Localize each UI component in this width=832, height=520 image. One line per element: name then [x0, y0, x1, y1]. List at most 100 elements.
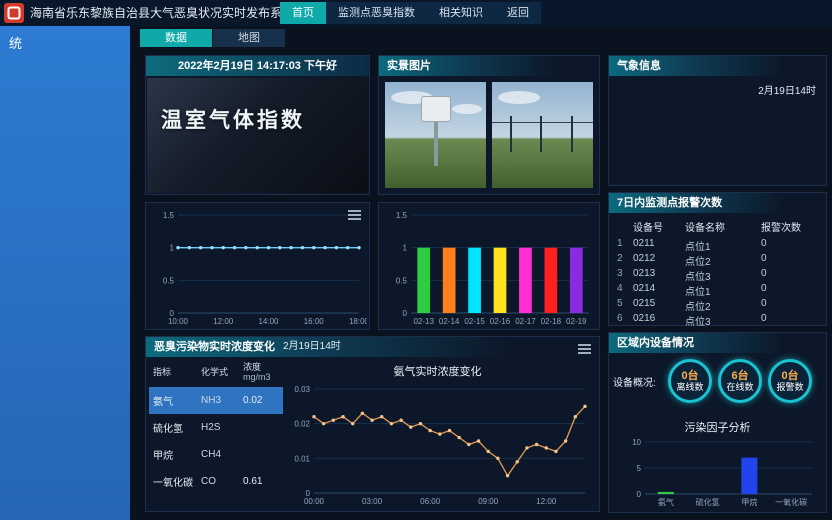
alarm-col-name: 设备名称 [685, 219, 761, 238]
top-header: 海南省乐东黎族自治县大气恶臭状况实时发布系 首页监测点恶臭指数相关知识返回 [0, 0, 832, 26]
pollutant-panel: 恶臭污染物实时浓度变化 2月19日14时 指标 化学式 浓度 mg/m3 氨气N… [145, 336, 600, 512]
photo-panel: 实景图片 [378, 55, 600, 195]
svg-text:02-16: 02-16 [490, 317, 511, 326]
alarm-device-name: 点位2 [685, 253, 761, 268]
daily-index-bar-chart: 00.511.502-1302-1402-1502-1602-1702-1802… [381, 207, 597, 327]
device-stats: 0台离线数6台在线数0台报警数 [668, 359, 812, 403]
factor-bar-chart: 0510氨气硫化氢甲烷一氧化碳 [615, 434, 820, 508]
alarm-device-id: 0211 [633, 238, 685, 253]
pollutant-col-formula: 化学式 [201, 367, 243, 377]
pollutant-row-0[interactable]: 氨气NH30.02 [149, 387, 283, 414]
svg-text:06:00: 06:00 [420, 497, 441, 506]
chart-menu-icon[interactable] [578, 344, 591, 354]
svg-text:5: 5 [637, 464, 642, 473]
alarm-col-index [617, 219, 633, 238]
nav-item-1[interactable]: 监测点恶臭指数 [326, 2, 427, 24]
alarm-table-body: 10211点位1020212点位2030213点位3040214点位105021… [617, 238, 822, 328]
alarm-row-index: 1 [617, 238, 633, 253]
site-photo-2[interactable] [492, 82, 593, 188]
alarm-table: 设备号 设备名称 报警次数 10211点位1020212点位2030213点位3… [617, 219, 822, 328]
nav-item-0[interactable]: 首页 [280, 2, 326, 24]
weather-panel-title: 气象信息 [617, 56, 661, 76]
alarm-device-name: 点位1 [685, 238, 761, 253]
dashboard: 海南省乐东黎族自治县大气恶臭状况实时发布系 首页监测点恶臭指数相关知识返回 统 … [0, 0, 832, 520]
svg-text:氨气: 氨气 [658, 497, 674, 507]
pollutant-row-3[interactable]: 一氧化碳CO0.61 [149, 468, 283, 495]
nav-item-2[interactable]: 相关知识 [427, 2, 495, 24]
svg-text:16:00: 16:00 [304, 317, 325, 326]
alarm-count: 0 [761, 313, 815, 328]
pollution-analysis-title: 污染因子分析 [609, 419, 826, 435]
svg-text:甲烷: 甲烷 [741, 497, 757, 507]
index-trend-svg: 00.511.510:0012:0014:0016:0018:00 [148, 207, 367, 327]
device-panel: 区域内设备情况 设备概况: 0台离线数6台在线数0台报警数 污染因子分析 051… [608, 332, 827, 513]
svg-text:0.01: 0.01 [294, 454, 310, 463]
cloud [498, 91, 540, 104]
device-stat-label: 报警数 [776, 382, 803, 393]
pollutant-name: 甲烷 [153, 447, 201, 462]
sidebar-system-label[interactable]: 统 [0, 26, 130, 52]
equipment-pole [434, 120, 438, 166]
photo-panel-title: 实景图片 [387, 56, 431, 76]
left-sidebar: 统 [0, 26, 130, 520]
greeting-panel: 2022年2月19日 14:17:03 下午好 温室气体指数 [145, 55, 370, 195]
alarm-device-id: 0212 [633, 253, 685, 268]
pollutant-formula: CH4 [201, 449, 243, 460]
svg-text:14:00: 14:00 [258, 317, 279, 326]
svg-text:0.03: 0.03 [294, 385, 310, 394]
svg-text:02-15: 02-15 [464, 317, 485, 326]
pollutant-name: 氨气 [153, 393, 201, 408]
alarm-device-name: 点位2 [685, 298, 761, 313]
page-title: 温室气体指数 [161, 104, 305, 134]
pollutant-value: 0.02 [243, 395, 283, 406]
svg-text:02-13: 02-13 [413, 317, 434, 326]
device-stat-2: 0台报警数 [768, 359, 812, 403]
pollutant-name: 硫化氢 [153, 420, 201, 435]
index-trend-panel: 00.511.510:0012:0014:0016:0018:00 [145, 202, 370, 330]
pollutant-col-concentration: 浓度 mg/m3 [243, 362, 283, 382]
svg-text:一氧化碳: 一氧化碳 [775, 497, 807, 507]
alarm-row-index: 5 [617, 298, 633, 313]
svg-text:0: 0 [637, 490, 642, 499]
nh3-chart-title: 氨气实时浓度变化 [286, 363, 589, 379]
alarm-col-device: 设备号 [633, 219, 685, 238]
daily-index-panel: 00.511.502-1302-1402-1502-1602-1702-1802… [378, 202, 600, 330]
alarm-col-count: 报警次数 [761, 219, 815, 238]
nh3-line-chart: 00.010.020.0300:0003:0006:0009:0012:00 [284, 381, 593, 507]
chart-menu-icon[interactable] [348, 210, 361, 220]
pollutant-row-2[interactable]: 甲烷CH4 [149, 441, 283, 468]
tab-map[interactable]: 地图 [213, 29, 285, 47]
fence-post [540, 116, 542, 152]
pollutant-formula: CO [201, 476, 243, 487]
alarm-device-name: 点位1 [685, 283, 761, 298]
svg-text:03:00: 03:00 [362, 497, 383, 506]
svg-text:02-19: 02-19 [566, 317, 587, 326]
logo-icon [4, 3, 24, 23]
svg-text:09:00: 09:00 [478, 497, 499, 506]
alarm-row-index: 6 [617, 313, 633, 328]
svg-text:10:00: 10:00 [168, 317, 189, 326]
fence-post [510, 116, 512, 152]
concentration-unit: mg/m3 [243, 372, 283, 382]
alarm-device-id: 0213 [633, 268, 685, 283]
weather-panel: 气象信息 2月19日14时 [608, 55, 827, 186]
nav-item-3[interactable]: 返回 [495, 2, 541, 24]
tab-data[interactable]: 数据 [140, 29, 212, 47]
svg-text:1.5: 1.5 [163, 211, 175, 220]
pollutant-table-header: 指标 化学式 浓度 mg/m3 [149, 362, 283, 387]
device-stat-count: 6台 [731, 370, 748, 382]
pollutant-row-1[interactable]: 硫化氢H2S [149, 414, 283, 441]
weather-timestamp: 2月19日14时 [758, 82, 816, 97]
pollutant-name: 一氧化碳 [153, 474, 201, 489]
site-photo-1[interactable] [385, 82, 486, 188]
device-stat-count: 0台 [781, 370, 798, 382]
pollutant-panel-title: 恶臭污染物实时浓度变化 [154, 337, 275, 357]
monitoring-cabinet [421, 96, 451, 122]
app-title: 海南省乐东黎族自治县大气恶臭状况实时发布系 [30, 0, 282, 26]
alarm-count: 0 [761, 238, 815, 253]
alarm-panel-title: 7日内监测点报警次数 [617, 193, 722, 213]
pollutant-table: 指标 化学式 浓度 mg/m3 氨气NH30.02硫化氢H2S甲烷CH4一氧化碳… [149, 362, 283, 495]
alarm-device-name: 点位3 [685, 313, 761, 328]
alarm-table-header: 设备号 设备名称 报警次数 [617, 219, 822, 238]
main-nav: 首页监测点恶臭指数相关知识返回 [280, 2, 541, 24]
